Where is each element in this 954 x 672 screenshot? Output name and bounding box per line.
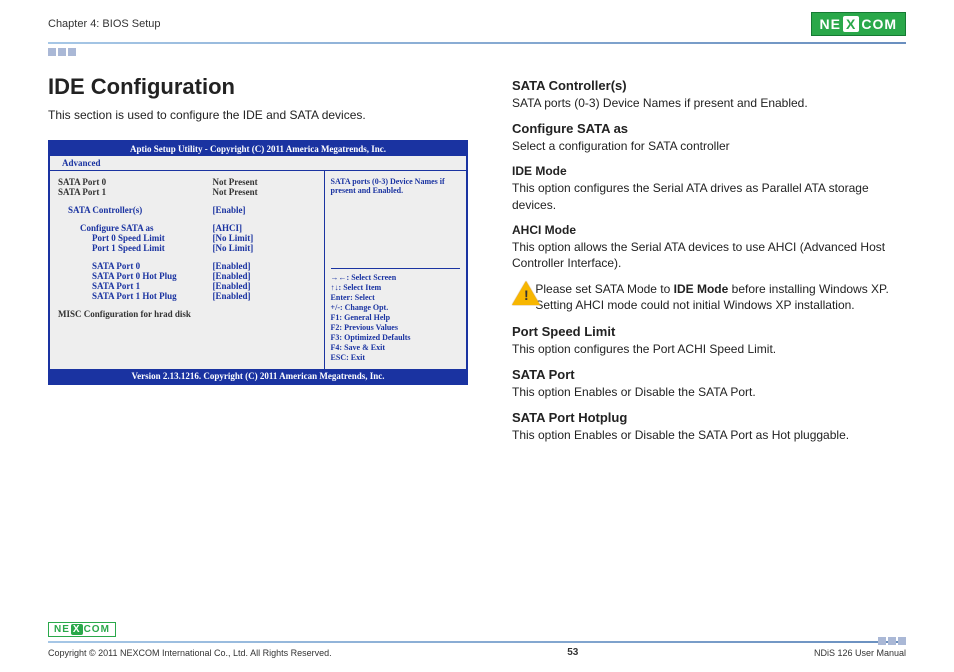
- bios-configure-sata: Configure SATA as: [58, 223, 213, 233]
- bios-sata-port-1: SATA Port 1: [58, 187, 213, 197]
- heading-sata-port: SATA Port: [512, 367, 906, 382]
- heading-ahci-mode: AHCI Mode: [512, 223, 906, 237]
- bios-sata-port0-en: SATA Port 0: [58, 261, 213, 271]
- bios-key-3: Enter: Select: [331, 293, 460, 303]
- bios-footer: Version 2.13.1216. Copyright (C) 2011 Am…: [50, 369, 466, 383]
- logo-right: COM: [861, 16, 897, 32]
- footer-logo-right: COM: [84, 624, 110, 635]
- bios-sata-port-0: SATA Port 0: [58, 177, 213, 187]
- bios-key-9: ESC: Exit: [331, 353, 460, 363]
- heading-sata-controllers: SATA Controller(s): [512, 78, 906, 93]
- footer-logo: NE X COM: [48, 622, 116, 637]
- warning-text-bold: IDE Mode: [674, 282, 729, 296]
- bios-key-8: F4: Save & Exit: [331, 343, 460, 353]
- heading-ide-mode: IDE Mode: [512, 164, 906, 178]
- bios-sata-port1-hotplug-val: [Enabled]: [213, 291, 316, 301]
- footer-logo-x: X: [71, 624, 83, 635]
- bios-screenshot: Aptio Setup Utility - Copyright (C) 2011…: [48, 140, 468, 385]
- footer-divider: [48, 641, 906, 643]
- bios-configure-sata-val: [AHCI]: [213, 223, 316, 233]
- warning-icon: !: [512, 281, 527, 307]
- bios-key-6: F2: Previous Values: [331, 323, 460, 333]
- text-port-speed-limit: This option configures the Port ACHI Spe…: [512, 341, 906, 357]
- page-title: IDE Configuration: [48, 74, 478, 100]
- decorative-squares: [48, 48, 954, 56]
- copyright-text: Copyright © 2011 NEXCOM International Co…: [48, 648, 332, 658]
- bios-sata-port-1-val: Not Present: [213, 187, 316, 197]
- text-ide-mode: This option configures the Serial ATA dr…: [512, 180, 906, 212]
- text-configure-sata: Select a configuration for SATA controll…: [512, 138, 906, 154]
- text-sata-port: This option Enables or Disable the SATA …: [512, 384, 906, 400]
- bios-sata-port1-en: SATA Port 1: [58, 281, 213, 291]
- bios-sata-controllers-val: [Enable]: [213, 205, 316, 215]
- logo-x: X: [843, 16, 859, 32]
- chapter-label: Chapter 4: BIOS Setup: [48, 18, 161, 30]
- heading-port-speed-limit: Port Speed Limit: [512, 324, 906, 339]
- warning-text: Please set SATA Mode to IDE Mode before …: [535, 281, 906, 313]
- bios-port0-speed: Port 0 Speed Limit: [58, 233, 213, 243]
- page-number: 53: [567, 647, 578, 658]
- bios-misc-config: MISC Configuration for hrad disk: [58, 309, 316, 319]
- bios-sata-port-0-val: Not Present: [213, 177, 316, 187]
- bios-port1-speed: Port 1 Speed Limit: [58, 243, 213, 253]
- bios-key-help: →←: Select Screen ↑↓: Select Item Enter:…: [331, 268, 460, 363]
- bios-port1-speed-val: [No Limit]: [213, 243, 316, 253]
- footer-logo-left: NE: [54, 624, 70, 635]
- text-sata-port-hotplug: This option Enables or Disable the SATA …: [512, 427, 906, 443]
- text-sata-controllers: SATA ports (0-3) Device Names if present…: [512, 95, 906, 111]
- text-ahci-mode: This option allows the Serial ATA device…: [512, 239, 906, 271]
- bios-key-1: →←: Select Screen: [331, 273, 460, 283]
- header-divider: [48, 42, 906, 44]
- bios-port0-speed-val: [No Limit]: [213, 233, 316, 243]
- bios-sata-port0-en-val: [Enabled]: [213, 261, 316, 271]
- logo-left: NE: [820, 16, 841, 32]
- bios-tabs: Advanced: [50, 156, 466, 171]
- bios-tab-advanced: Advanced: [54, 157, 109, 169]
- bios-key-2: ↑↓: Select Item: [331, 283, 460, 293]
- bios-sata-port0-hotplug: SATA Port 0 Hot Plug: [58, 271, 213, 281]
- bios-help-text: SATA ports (0-3) Device Names if present…: [331, 177, 460, 257]
- heading-sata-port-hotplug: SATA Port Hotplug: [512, 410, 906, 425]
- warning-block: ! Please set SATA Mode to IDE Mode befor…: [512, 281, 906, 313]
- manual-name: NDiS 126 User Manual: [814, 648, 906, 658]
- intro-text: This section is used to configure the ID…: [48, 108, 478, 122]
- bios-titlebar: Aptio Setup Utility - Copyright (C) 2011…: [50, 142, 466, 156]
- bios-key-5: F1: General Help: [331, 313, 460, 323]
- bios-key-7: F3: Optimized Defaults: [331, 333, 460, 343]
- bios-sata-port1-en-val: [Enabled]: [213, 281, 316, 291]
- bios-sata-controllers: SATA Controller(s): [58, 205, 213, 215]
- bios-sata-port1-hotplug: SATA Port 1 Hot Plug: [58, 291, 213, 301]
- nexcom-logo: NE X COM: [811, 12, 906, 36]
- bios-sata-port0-hotplug-val: [Enabled]: [213, 271, 316, 281]
- warning-text-a: Please set SATA Mode to: [535, 282, 673, 296]
- bios-key-4: +/-: Change Opt.: [331, 303, 460, 313]
- heading-configure-sata: Configure SATA as: [512, 121, 906, 136]
